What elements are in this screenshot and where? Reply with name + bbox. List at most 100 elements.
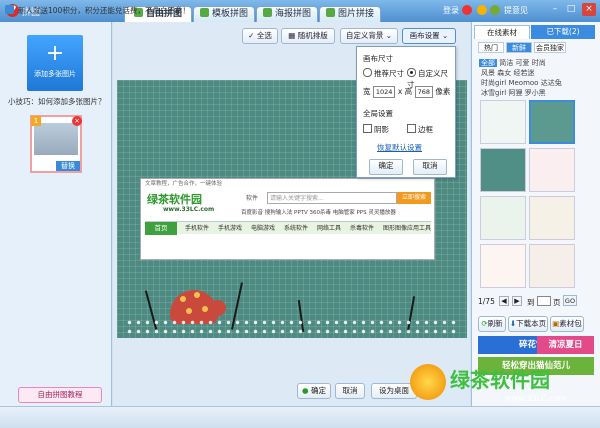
status-message[interactable]: 新人就送100积分，积分还能兑话费，不拿白不拿！ bbox=[18, 5, 190, 16]
custom-background-button[interactable]: 自定义背景 ⌄ bbox=[340, 28, 398, 44]
go-button[interactable]: GO bbox=[563, 295, 577, 306]
site-hot-links: 百度影音 搜狗输入法 PPTV 360杀毒 电脑管家 PPS 灵灵播放器 bbox=[241, 210, 396, 216]
watermark-url: www.33LC.com bbox=[505, 394, 567, 403]
remove-thumbnail-icon[interactable]: × bbox=[72, 116, 82, 126]
site-nav-item: 电脑游戏 bbox=[251, 225, 276, 232]
category-item[interactable]: 达达兔 bbox=[541, 79, 562, 87]
canvas-settings-button[interactable]: 画布设置 ⌄ bbox=[402, 28, 456, 44]
category-all[interactable]: 全部 bbox=[479, 59, 497, 67]
prev-page-icon[interactable]: ◀ bbox=[499, 296, 509, 306]
checkbox-icon bbox=[363, 124, 372, 133]
feedback-link[interactable]: 提意见 bbox=[504, 5, 528, 16]
checkbox-icon bbox=[407, 124, 416, 133]
download-page-button[interactable]: ⬇下载本页 bbox=[508, 316, 548, 332]
tab-online-materials[interactable]: 在线素材 bbox=[474, 25, 530, 39]
canvas-size-heading: 画布尺寸 bbox=[363, 54, 393, 63]
placed-image[interactable]: 文章教程，广告合作，一键体验 绿茶软件园 www.33LC.com 软件 请输入… bbox=[140, 178, 435, 260]
radio-icon bbox=[363, 68, 372, 77]
tab-template-collage[interactable]: 模板拼图 bbox=[193, 6, 255, 22]
chip-new[interactable]: 新鲜 bbox=[506, 42, 532, 53]
category-item[interactable]: 时尚girl bbox=[481, 79, 506, 87]
login-link[interactable]: 登录 bbox=[443, 5, 459, 16]
category-item[interactable]: 阿狸 bbox=[508, 89, 522, 97]
category-item[interactable]: Meomoo bbox=[508, 79, 538, 87]
category-item[interactable]: 经若迷 bbox=[513, 69, 534, 77]
width-input[interactable]: 1024 bbox=[372, 86, 396, 98]
material-pack-button[interactable]: ▣素材包 bbox=[550, 316, 584, 332]
user-avatar-icon[interactable] bbox=[462, 5, 472, 15]
material-tile[interactable] bbox=[529, 100, 575, 144]
category-item[interactable]: 冰雪girl bbox=[481, 89, 506, 97]
ladybug-head-decoration bbox=[210, 300, 226, 316]
site-topline: 文章教程，广告合作，一键体验 bbox=[145, 181, 223, 187]
qq-icon[interactable] bbox=[477, 5, 487, 15]
restore-defaults-link[interactable]: 恢复默认设置 bbox=[377, 142, 422, 153]
select-all-button[interactable]: ✓ 全选 bbox=[242, 28, 278, 44]
site-nav-home: 首页 bbox=[145, 222, 177, 235]
material-tile[interactable] bbox=[480, 100, 526, 144]
category-item[interactable]: 简洁 bbox=[499, 59, 513, 67]
site-nav-item: 图形图像 bbox=[383, 225, 408, 232]
global-settings-heading: 全局设置 bbox=[363, 109, 393, 118]
watermark-name: 绿茶软件园 bbox=[450, 368, 550, 392]
image-thumbnail[interactable]: 1 × 替换 bbox=[30, 115, 82, 173]
tutorial-button[interactable]: 自由拼图教程 bbox=[18, 387, 102, 403]
add-images-button[interactable]: + 添加多张图片 bbox=[27, 35, 83, 91]
ladybug-spot bbox=[202, 306, 208, 312]
dotted-flowers-decoration bbox=[125, 318, 460, 336]
confirm-button[interactable]: ● 确定 bbox=[297, 383, 331, 399]
site-nav-item: 手机游戏 bbox=[218, 225, 243, 232]
material-tile[interactable] bbox=[529, 196, 575, 240]
page-suffix: 页 bbox=[553, 298, 561, 307]
radio-selected-icon bbox=[407, 68, 416, 77]
ladybug-spot bbox=[194, 292, 200, 298]
popup-cancel-button[interactable]: 取消 bbox=[413, 159, 447, 175]
material-tile[interactable] bbox=[529, 148, 575, 192]
category-item[interactable]: 罗小黑 bbox=[525, 89, 546, 97]
next-page-icon[interactable]: ▶ bbox=[512, 296, 522, 306]
page-indicator: 1/75 bbox=[478, 297, 495, 306]
category-row: 时尚girl Meomoo 达达兔 bbox=[481, 78, 562, 88]
cancel-button[interactable]: 取消 bbox=[335, 383, 365, 399]
check-icon: ● bbox=[302, 386, 309, 395]
refresh-button[interactable]: ⟳刷新 bbox=[478, 316, 506, 332]
page-input[interactable] bbox=[537, 296, 551, 306]
popup-ok-button[interactable]: 确定 bbox=[369, 159, 403, 175]
shadow-checkbox[interactable]: 阴影 bbox=[363, 124, 389, 135]
tab-downloaded[interactable]: 已下载(2) bbox=[531, 25, 595, 39]
category-item[interactable]: 时尚 bbox=[532, 59, 546, 67]
tab-image-stitch[interactable]: 图片拼接 bbox=[319, 6, 381, 22]
material-tile[interactable] bbox=[480, 244, 526, 288]
random-layout-button[interactable]: ▦ 随机排版 bbox=[281, 28, 335, 44]
weibo-icon[interactable] bbox=[490, 5, 500, 15]
ladybug-spot bbox=[180, 296, 186, 302]
tab-icon bbox=[325, 8, 335, 17]
ladybug-spot bbox=[186, 308, 192, 314]
category-item[interactable]: 风景 bbox=[481, 69, 495, 77]
minimize-icon[interactable]: – bbox=[548, 3, 562, 16]
category-row: 风景 森女 经若迷 bbox=[481, 68, 534, 78]
site-watermark: 绿茶软件园 www.33LC.com bbox=[410, 358, 600, 418]
category-item[interactable]: 可爱 bbox=[515, 59, 529, 67]
category-item[interactable]: 森女 bbox=[497, 69, 511, 77]
watermark-logo-icon bbox=[410, 364, 446, 400]
chip-hot[interactable]: 热门 bbox=[478, 42, 504, 53]
material-tile[interactable] bbox=[529, 244, 575, 288]
height-input[interactable]: 768 bbox=[414, 86, 433, 98]
chevron-down-icon: ⌄ bbox=[442, 31, 449, 40]
tab-poster-collage[interactable]: 海报拼图 bbox=[256, 6, 318, 22]
close-icon[interactable]: × bbox=[582, 3, 596, 16]
material-tile[interactable] bbox=[480, 196, 526, 240]
category-row: 冰雪girl 阿狸 罗小黑 bbox=[481, 88, 546, 98]
recommended-size-radio[interactable]: 推荐尺寸 bbox=[363, 68, 404, 79]
chip-member[interactable]: 会员独家 bbox=[534, 42, 566, 53]
plus-icon: + bbox=[45, 41, 65, 66]
border-checkbox[interactable]: 边框 bbox=[407, 124, 433, 135]
site-search-button: 立即搜索 bbox=[397, 192, 431, 204]
tip-link[interactable]: 小技巧：如何添加多张图片？ bbox=[8, 96, 106, 107]
canvas-settings-popup: 画布尺寸 推荐尺寸 自定义尺寸 宽 1024 x 高 768 像素 全局设置 阴… bbox=[356, 46, 456, 178]
maximize-icon[interactable]: □ bbox=[564, 3, 578, 16]
material-tile[interactable] bbox=[480, 148, 526, 192]
replace-button[interactable]: 替换 bbox=[56, 161, 80, 171]
promo-item-2[interactable]: 清凉夏日 bbox=[537, 336, 594, 354]
